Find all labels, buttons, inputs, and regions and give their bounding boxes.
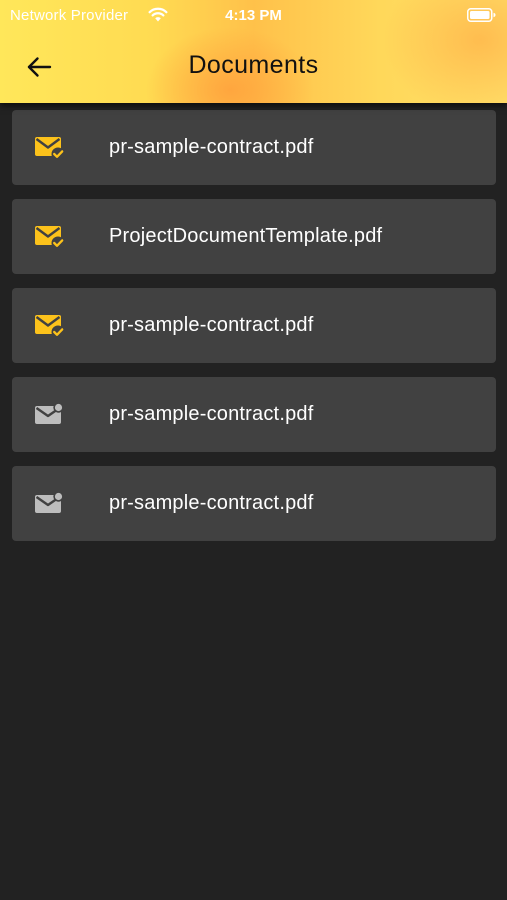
document-name: pr-sample-contract.pdf xyxy=(109,492,314,514)
document-name: pr-sample-contract.pdf xyxy=(109,314,314,336)
mail-check-icon xyxy=(35,137,65,160)
document-item[interactable]: pr-sample-contract.pdf xyxy=(12,377,496,452)
battery-icon xyxy=(467,8,496,22)
document-name: pr-sample-contract.pdf xyxy=(109,403,314,425)
mail-check-icon xyxy=(35,226,65,249)
documents-screen: Network Provider 4:13 PM Documents pr-sa… xyxy=(0,0,507,900)
clock: 4:13 PM xyxy=(225,7,282,24)
document-item[interactable]: pr-sample-contract.pdf xyxy=(12,110,496,185)
document-item[interactable]: ProjectDocumentTemplate.pdf xyxy=(12,199,496,274)
page-title: Documents xyxy=(188,51,319,79)
document-name: pr-sample-contract.pdf xyxy=(109,136,314,158)
document-list: pr-sample-contract.pdf ProjectDocumentTe… xyxy=(12,110,496,555)
document-name: ProjectDocumentTemplate.pdf xyxy=(109,225,383,247)
mail-check-icon xyxy=(35,315,65,338)
mail-unread-icon xyxy=(35,403,64,424)
document-item[interactable]: pr-sample-contract.pdf xyxy=(12,288,496,363)
app-header: Network Provider 4:13 PM Documents xyxy=(0,0,507,103)
mail-unread-icon xyxy=(35,492,64,513)
status-bar: Network Provider 4:13 PM xyxy=(0,0,507,32)
document-item[interactable]: pr-sample-contract.pdf xyxy=(12,466,496,541)
